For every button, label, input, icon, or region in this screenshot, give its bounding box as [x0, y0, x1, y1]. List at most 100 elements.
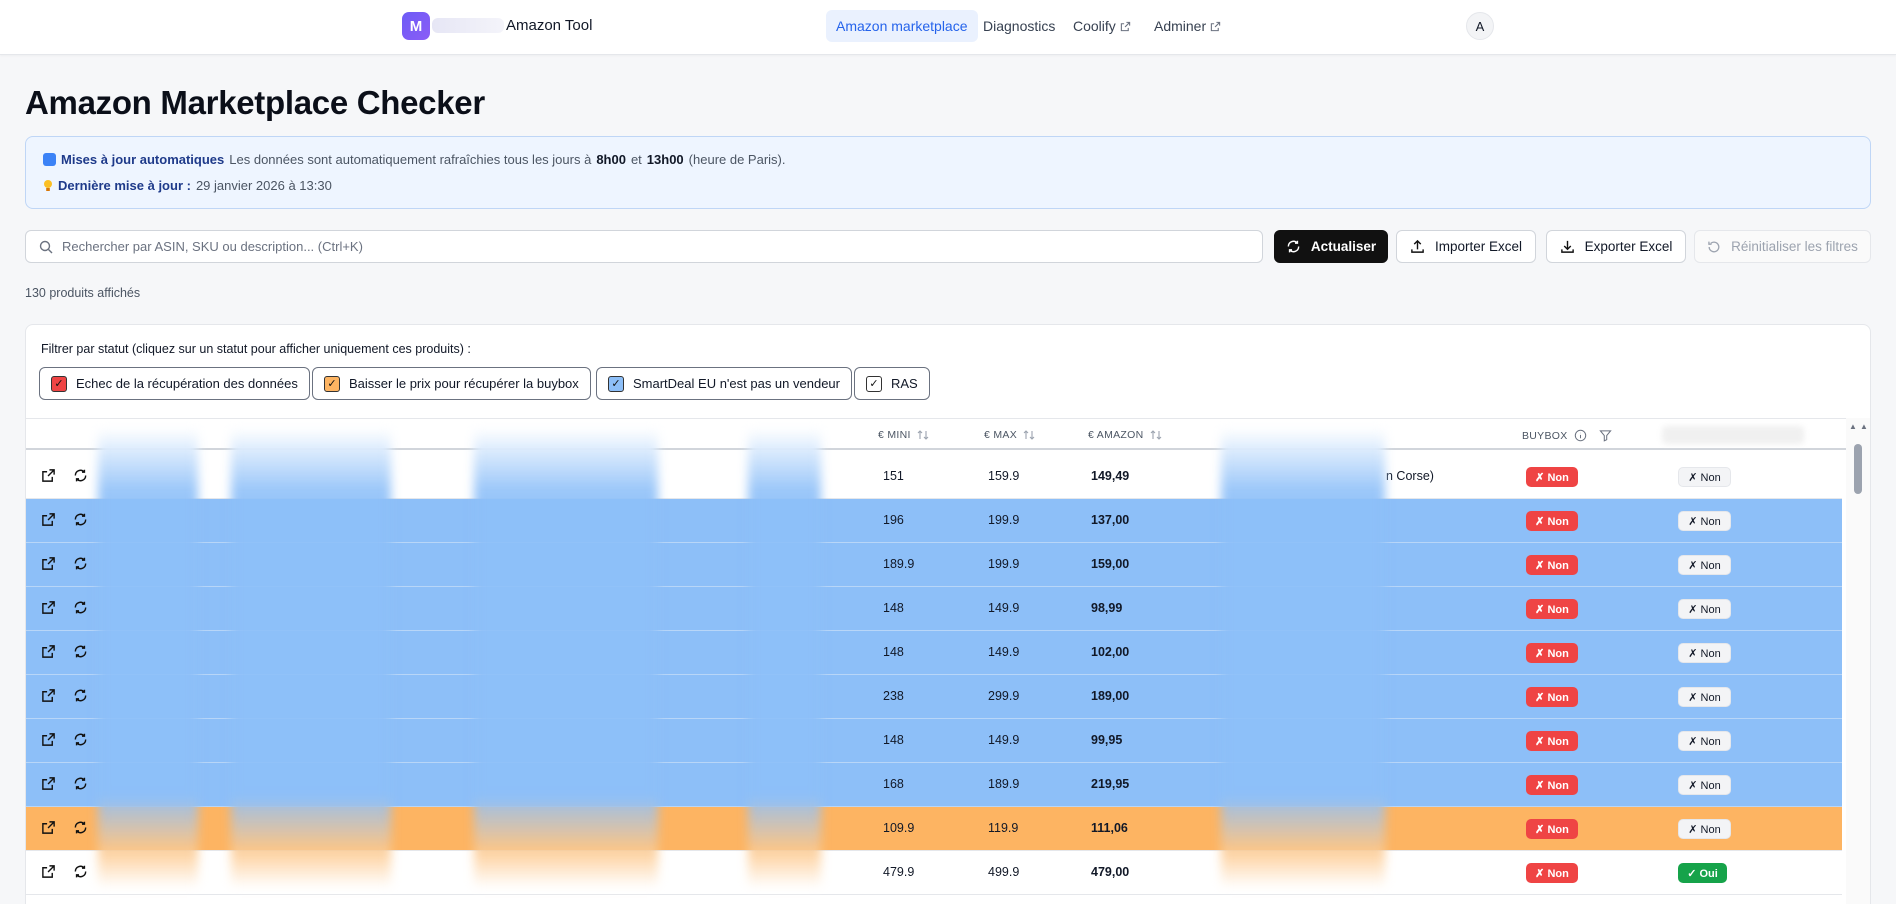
- open-external-icon[interactable]: [41, 864, 56, 879]
- nav-diagnostics[interactable]: Diagnostics: [973, 10, 1065, 42]
- sort-icon: [917, 430, 929, 440]
- status-badge: ✗ Non: [1678, 775, 1731, 795]
- filter-chip-ras[interactable]: ✓ RAS: [854, 367, 930, 400]
- buybox-status-badge: ✗ Non: [1526, 511, 1578, 531]
- column-header-min[interactable]: € MINI: [878, 429, 929, 441]
- filter-icon[interactable]: [1598, 429, 1612, 442]
- refresh-row-icon[interactable]: [73, 732, 88, 747]
- checkbox-checked-icon[interactable]: ✓: [51, 375, 67, 392]
- amazon-price-cell: 479,00: [1091, 865, 1130, 879]
- open-external-icon[interactable]: [41, 512, 56, 527]
- max-price-cell: 299.9: [988, 689, 1020, 703]
- min-price-cell: 238: [883, 689, 904, 703]
- nav-label: Coolify: [1073, 18, 1116, 34]
- and-text: et: [630, 152, 642, 167]
- user-avatar[interactable]: A: [1466, 12, 1494, 40]
- filter-chip-lower-price[interactable]: ✓ Baisser le prix pour récupérer la buyb…: [312, 367, 591, 400]
- open-external-icon[interactable]: [41, 556, 56, 571]
- import-excel-button[interactable]: Importer Excel: [1396, 230, 1536, 263]
- nav-adminer[interactable]: Adminer: [1144, 10, 1231, 42]
- external-link-icon: [1120, 21, 1130, 31]
- refresh-row-icon[interactable]: [73, 644, 88, 659]
- table-scrollbar[interactable]: ▲ ▲: [1846, 418, 1870, 904]
- open-external-icon[interactable]: [41, 644, 56, 659]
- max-price-cell: 119.9: [988, 821, 1019, 835]
- min-price-cell: 109.9: [883, 821, 915, 835]
- refresh-row-icon[interactable]: [73, 468, 88, 483]
- open-external-icon[interactable]: [41, 732, 56, 747]
- amazon-price-cell: 137,00: [1091, 513, 1130, 527]
- scroll-thumb[interactable]: [1854, 444, 1862, 494]
- open-external-icon[interactable]: [41, 468, 56, 483]
- open-external-icon[interactable]: [41, 688, 56, 703]
- open-external-icon[interactable]: [41, 600, 56, 615]
- scroll-up-arrow-icon[interactable]: ▲: [1860, 422, 1868, 431]
- refresh-row-icon[interactable]: [73, 864, 88, 879]
- nav-label: Adminer: [1154, 18, 1207, 34]
- nav-label: Amazon marketplace: [836, 18, 968, 34]
- refresh-row-icon[interactable]: [73, 688, 88, 703]
- app-logo[interactable]: M: [402, 12, 430, 40]
- amazon-price-cell: 111,06: [1091, 821, 1128, 835]
- export-label: Exporter Excel: [1584, 239, 1673, 254]
- buybox-status-badge: ✗ Non: [1526, 555, 1578, 575]
- status-badge: ✗ Non: [1678, 819, 1731, 839]
- chip-label: Baisser le prix pour récupérer la buybox: [349, 376, 579, 391]
- nav-coolify[interactable]: Coolify: [1063, 10, 1141, 42]
- scroll-up-arrow-icon[interactable]: ▲: [1849, 422, 1857, 431]
- checkbox-checked-icon[interactable]: ✓: [608, 375, 624, 392]
- chip-label: SmartDeal EU n'est pas un vendeur: [633, 376, 840, 391]
- min-price-cell: 148: [883, 645, 904, 659]
- max-price-cell: 199.9: [988, 513, 1020, 527]
- app-name[interactable]: Amazon Tool: [506, 17, 592, 34]
- refresh-row-icon[interactable]: [73, 820, 88, 835]
- checkbox-checked-icon[interactable]: ✓: [324, 375, 340, 392]
- filter-chip-not-seller[interactable]: ✓ SmartDeal EU n'est pas un vendeur: [596, 367, 852, 400]
- timezone-text: (heure de Paris).: [688, 152, 786, 167]
- buybox-status-badge: ✗ Non: [1526, 819, 1578, 839]
- open-external-icon[interactable]: [41, 776, 56, 791]
- min-price-cell: 196: [883, 513, 904, 527]
- column-label: BUYBOX: [1522, 429, 1568, 442]
- column-header-buybox: BUYBOX: [1522, 429, 1612, 442]
- column-header-max[interactable]: € MAX: [984, 429, 1035, 441]
- info-icon[interactable]: [1574, 429, 1587, 442]
- buybox-status-badge: ✗ Non: [1526, 687, 1578, 707]
- redacted-column: [474, 428, 658, 888]
- refresh-label: Actualiser: [1310, 239, 1377, 254]
- filter-chip-fetch-failed[interactable]: ✓ Echec de la récupération des données: [39, 367, 310, 400]
- sort-icon: [1150, 430, 1161, 440]
- refresh-row-icon[interactable]: [73, 600, 88, 615]
- column-label: € MINI: [878, 429, 911, 441]
- redacted-column: [231, 428, 391, 888]
- last-update-value: 29 janvier 2026 à 13:30: [195, 178, 332, 193]
- refresh-row-icon[interactable]: [73, 776, 88, 791]
- refresh-icon: [1287, 240, 1300, 253]
- external-link-icon: [1210, 21, 1221, 31]
- status-badge: ✗ Non: [1678, 511, 1731, 531]
- lightbulb-icon: [44, 180, 52, 191]
- min-price-cell: 148: [883, 733, 904, 747]
- buybox-status-badge: ✗ Non: [1526, 599, 1578, 619]
- search-input[interactable]: [62, 239, 1212, 254]
- open-external-icon[interactable]: [41, 820, 56, 835]
- filter-title: Filtrer par statut (cliquez sur un statu…: [41, 342, 471, 356]
- auto-update-line: Mises à jour automatiques Les données so…: [43, 152, 786, 167]
- search-icon: [39, 240, 53, 253]
- redacted-column: [1221, 428, 1385, 888]
- nav-amazon-marketplace[interactable]: Amazon marketplace: [826, 10, 978, 42]
- status-badge: ✗ Non: [1678, 643, 1731, 663]
- column-header-amazon[interactable]: € AMAZON: [1088, 429, 1162, 441]
- min-price-cell: 151: [883, 469, 904, 483]
- chip-label: Echec de la récupération des données: [76, 376, 298, 391]
- max-price-cell: 159.9: [988, 469, 1020, 483]
- refresh-row-icon[interactable]: [73, 512, 88, 527]
- refresh-button[interactable]: Actualiser: [1274, 230, 1388, 263]
- export-excel-button[interactable]: Exporter Excel: [1546, 230, 1686, 263]
- refresh-row-icon[interactable]: [73, 556, 88, 571]
- product-count: 130 produits affichés: [25, 286, 141, 300]
- checkbox-checked-icon[interactable]: ✓: [866, 375, 882, 392]
- reset-filters-button[interactable]: Réinitialiser les filtres: [1694, 230, 1871, 263]
- search-box[interactable]: [25, 230, 1263, 263]
- logo-redacted: [432, 18, 504, 33]
